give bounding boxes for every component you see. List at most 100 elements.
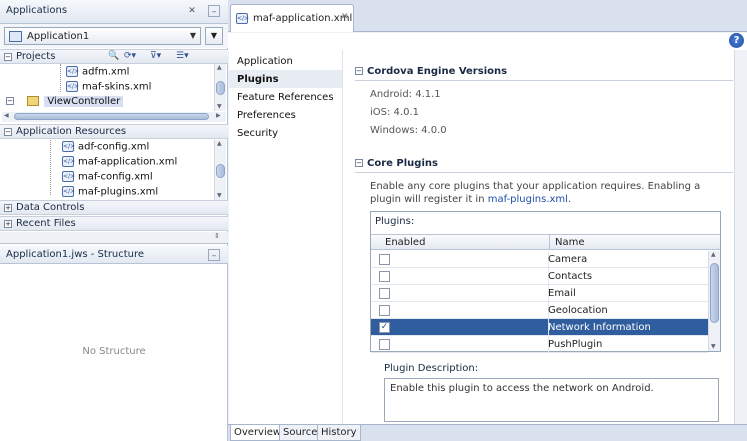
- column-separator: [549, 235, 550, 250]
- tree-item-adfm[interactable]: </> adfm.xml: [66, 66, 129, 81]
- tab-history[interactable]: History: [317, 425, 361, 441]
- scrollbar-thumb[interactable]: [216, 81, 225, 95]
- scroll-down-icon[interactable]: ▼: [711, 343, 716, 350]
- scroll-down-icon[interactable]: ▼: [217, 103, 222, 110]
- tab-overview[interactable]: Overview: [230, 425, 286, 441]
- plugin-description-field[interactable]: Enable this plugin to access the network…: [384, 378, 719, 422]
- enabled-checkbox[interactable]: ✓: [379, 322, 390, 333]
- table-header: Enabled Name: [371, 234, 720, 250]
- resources-vertical-scrollbar[interactable]: ▲ ▼: [214, 140, 226, 200]
- cordova-section-title: Cordova Engine Versions: [367, 66, 508, 77]
- application-menu-button[interactable]: ▼: [205, 27, 223, 45]
- enabled-checkbox[interactable]: [379, 339, 390, 350]
- tree-item-viewcontroller[interactable]: − ViewController: [6, 96, 124, 111]
- refresh-icon[interactable]: ⟳▾: [124, 51, 136, 61]
- projects-header-label: Projects: [16, 51, 56, 62]
- recent-files-label: Recent Files: [16, 218, 76, 229]
- scrollbar-thumb[interactable]: [710, 263, 719, 323]
- xml-file-icon: </>: [66, 81, 80, 92]
- editor-tab-bar: </> maf-application.xml ✕: [228, 0, 747, 32]
- expand-icon[interactable]: +: [4, 220, 12, 228]
- editor-vertical-scrollbar[interactable]: [734, 50, 747, 424]
- minimize-icon[interactable]: –: [208, 249, 220, 261]
- table-row[interactable]: PushPlugin: [371, 336, 708, 353]
- application-selector[interactable]: Application1 ▼: [4, 27, 201, 45]
- search-icon[interactable]: 🔍: [108, 51, 119, 61]
- projects-vertical-scrollbar[interactable]: ▲ ▼: [214, 64, 226, 111]
- section-divider: [355, 80, 733, 81]
- nav-item-feature-references[interactable]: Feature References: [237, 92, 334, 103]
- collapse-icon[interactable]: −: [6, 97, 14, 105]
- splitter-arrows-icon[interactable]: ⇕: [214, 232, 220, 240]
- tree-item-label: maf-skins.xml: [82, 81, 152, 93]
- scroll-up-icon[interactable]: ▲: [711, 251, 716, 258]
- table-row[interactable]: Contacts: [371, 268, 708, 285]
- options-icon[interactable]: ☰▾: [176, 51, 189, 61]
- enabled-checkbox[interactable]: [379, 305, 390, 316]
- table-row[interactable]: Geolocation: [371, 302, 708, 319]
- projects-horizontal-scrollbar[interactable]: ◀ ▶: [2, 112, 226, 122]
- tree-line: [60, 64, 61, 92]
- xml-file-icon: </>: [236, 13, 250, 24]
- enabled-checkbox[interactable]: [379, 288, 390, 299]
- expand-icon[interactable]: +: [4, 204, 12, 212]
- splitter[interactable]: ⇕: [0, 232, 228, 244]
- tree-line: [50, 140, 51, 195]
- table-row[interactable]: ✓ Network Information: [371, 319, 708, 336]
- plugin-name: Network Information: [548, 322, 651, 333]
- nav-item-application[interactable]: Application: [237, 56, 293, 67]
- collapse-icon[interactable]: −: [355, 67, 363, 75]
- cordova-section-header[interactable]: − Cordova Engine Versions: [355, 66, 507, 77]
- scroll-up-icon[interactable]: ▲: [217, 64, 222, 71]
- application-resources-header[interactable]: − Application Resources: [0, 124, 228, 139]
- enabled-checkbox[interactable]: [379, 271, 390, 282]
- help-icon[interactable]: ?: [729, 33, 744, 48]
- xml-file-icon: </>: [62, 171, 76, 182]
- nav-item-plugins[interactable]: Plugins: [237, 74, 279, 85]
- column-header-name[interactable]: Name: [555, 237, 585, 248]
- plugins-vertical-scrollbar[interactable]: ▲ ▼: [708, 251, 720, 351]
- close-tab-icon[interactable]: ✕: [341, 12, 349, 22]
- structure-panel-title: Application1.jws - Structure: [6, 249, 145, 260]
- scroll-up-icon[interactable]: ▲: [217, 140, 222, 147]
- core-plugins-description: Enable any core plugins that your applic…: [370, 180, 720, 206]
- table-row[interactable]: Email: [371, 285, 708, 302]
- plugin-name: PushPlugin: [548, 339, 603, 350]
- tab-source[interactable]: Source: [279, 425, 322, 441]
- enabled-checkbox[interactable]: [379, 254, 390, 265]
- recent-files-header[interactable]: + Recent Files: [0, 216, 228, 231]
- description-suffix: .: [567, 194, 572, 205]
- minimize-icon[interactable]: –: [208, 5, 220, 17]
- scroll-down-icon[interactable]: ▼: [217, 192, 222, 199]
- tree-item-maf-plugins[interactable]: </> maf-plugins.xml: [62, 186, 158, 201]
- tree-item-maf-skins[interactable]: </> maf-skins.xml: [66, 81, 151, 96]
- nav-item-preferences[interactable]: Preferences: [237, 110, 296, 121]
- scrollbar-thumb[interactable]: [14, 113, 209, 120]
- filter-icon[interactable]: ⊽▾: [150, 51, 161, 61]
- xml-file-icon: </>: [62, 156, 76, 167]
- plugin-name: Camera: [548, 254, 588, 265]
- collapse-icon[interactable]: −: [4, 53, 12, 61]
- scroll-right-icon[interactable]: ▶: [216, 112, 221, 119]
- projects-section-header[interactable]: − Projects 🔍 ⟳▾ ⊽▾ ☰▾: [0, 49, 228, 64]
- tab-maf-application[interactable]: </> maf-application.xml ✕: [230, 4, 354, 32]
- app-selector-row: Application1 ▼ ▼: [0, 24, 228, 48]
- windows-version: Windows: 4.0.0: [370, 125, 447, 136]
- data-controls-header[interactable]: + Data Controls: [0, 200, 228, 215]
- column-header-enabled[interactable]: Enabled: [385, 237, 425, 248]
- applications-panel-header: Applications ✕ –: [0, 0, 228, 24]
- collapse-icon[interactable]: −: [4, 128, 12, 136]
- android-version: Android: 4.1.1: [370, 89, 441, 100]
- maf-plugins-link[interactable]: maf-plugins.xml: [488, 194, 568, 205]
- tree-item-adf-config[interactable]: </> adf-config.xml: [62, 141, 149, 156]
- tree-item-maf-config[interactable]: </> maf-config.xml: [62, 171, 153, 186]
- tree-item-maf-application[interactable]: </> maf-application.xml: [62, 156, 177, 171]
- core-plugins-section-header[interactable]: − Core Plugins: [355, 158, 438, 169]
- scroll-left-icon[interactable]: ◀: [4, 112, 9, 119]
- scrollbar-thumb[interactable]: [216, 164, 225, 178]
- collapse-icon[interactable]: −: [355, 159, 363, 167]
- close-icon[interactable]: ✕: [186, 5, 198, 17]
- table-row[interactable]: Camera: [371, 251, 708, 268]
- nav-item-security[interactable]: Security: [237, 128, 278, 139]
- plugin-name: Contacts: [548, 271, 593, 282]
